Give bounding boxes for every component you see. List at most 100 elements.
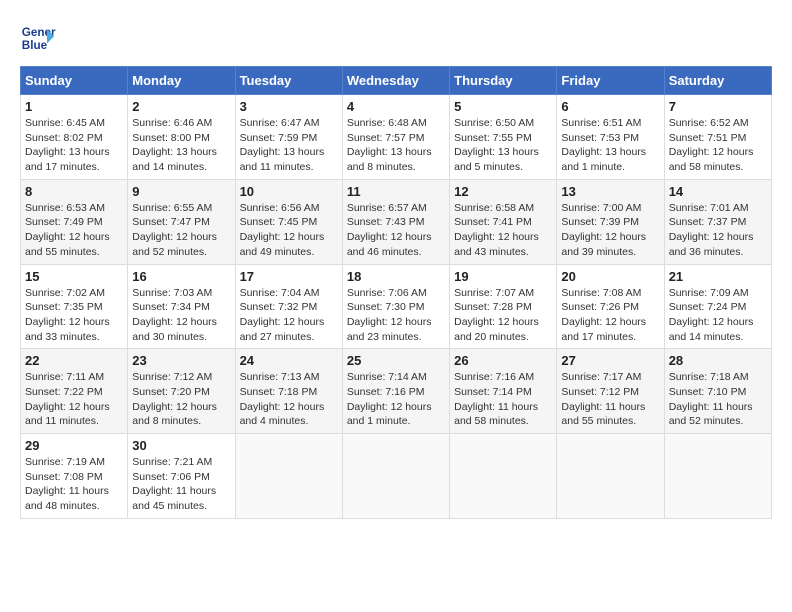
day-info: Sunrise: 7:07 AMSunset: 7:28 PMDaylight:… — [454, 286, 552, 345]
calendar-cell — [342, 434, 449, 519]
calendar-cell: 25 Sunrise: 7:14 AMSunset: 7:16 PMDaylig… — [342, 349, 449, 434]
column-header-sunday: Sunday — [21, 67, 128, 95]
calendar-week-row: 29 Sunrise: 7:19 AMSunset: 7:08 PMDaylig… — [21, 434, 772, 519]
day-info: Sunrise: 7:01 AMSunset: 7:37 PMDaylight:… — [669, 201, 767, 260]
day-info: Sunrise: 6:45 AMSunset: 8:02 PMDaylight:… — [25, 116, 123, 175]
day-number: 19 — [454, 269, 552, 284]
calendar-cell: 22 Sunrise: 7:11 AMSunset: 7:22 PMDaylig… — [21, 349, 128, 434]
svg-text:Blue: Blue — [22, 39, 48, 52]
calendar-cell: 4 Sunrise: 6:48 AMSunset: 7:57 PMDayligh… — [342, 95, 449, 180]
day-number: 29 — [25, 438, 123, 453]
logo-icon: General Blue — [20, 20, 56, 56]
column-header-thursday: Thursday — [450, 67, 557, 95]
calendar-cell: 1 Sunrise: 6:45 AMSunset: 8:02 PMDayligh… — [21, 95, 128, 180]
day-info: Sunrise: 7:16 AMSunset: 7:14 PMDaylight:… — [454, 370, 552, 429]
day-info: Sunrise: 7:12 AMSunset: 7:20 PMDaylight:… — [132, 370, 230, 429]
day-info: Sunrise: 6:51 AMSunset: 7:53 PMDaylight:… — [561, 116, 659, 175]
calendar-cell: 11 Sunrise: 6:57 AMSunset: 7:43 PMDaylig… — [342, 179, 449, 264]
calendar-cell: 3 Sunrise: 6:47 AMSunset: 7:59 PMDayligh… — [235, 95, 342, 180]
day-number: 12 — [454, 184, 552, 199]
day-number: 7 — [669, 99, 767, 114]
day-number: 8 — [25, 184, 123, 199]
day-number: 14 — [669, 184, 767, 199]
calendar-week-row: 15 Sunrise: 7:02 AMSunset: 7:35 PMDaylig… — [21, 264, 772, 349]
calendar-cell: 21 Sunrise: 7:09 AMSunset: 7:24 PMDaylig… — [664, 264, 771, 349]
day-info: Sunrise: 7:13 AMSunset: 7:18 PMDaylight:… — [240, 370, 338, 429]
calendar-cell: 24 Sunrise: 7:13 AMSunset: 7:18 PMDaylig… — [235, 349, 342, 434]
calendar-cell: 2 Sunrise: 6:46 AMSunset: 8:00 PMDayligh… — [128, 95, 235, 180]
day-number: 21 — [669, 269, 767, 284]
day-number: 18 — [347, 269, 445, 284]
day-number: 25 — [347, 353, 445, 368]
day-number: 28 — [669, 353, 767, 368]
calendar-header-row: SundayMondayTuesdayWednesdayThursdayFrid… — [21, 67, 772, 95]
day-number: 17 — [240, 269, 338, 284]
day-number: 5 — [454, 99, 552, 114]
logo: General Blue — [20, 20, 56, 56]
day-number: 27 — [561, 353, 659, 368]
day-number: 15 — [25, 269, 123, 284]
calendar-cell: 12 Sunrise: 6:58 AMSunset: 7:41 PMDaylig… — [450, 179, 557, 264]
day-number: 9 — [132, 184, 230, 199]
calendar-cell: 8 Sunrise: 6:53 AMSunset: 7:49 PMDayligh… — [21, 179, 128, 264]
day-info: Sunrise: 7:02 AMSunset: 7:35 PMDaylight:… — [25, 286, 123, 345]
day-number: 22 — [25, 353, 123, 368]
day-number: 3 — [240, 99, 338, 114]
day-number: 6 — [561, 99, 659, 114]
day-number: 20 — [561, 269, 659, 284]
calendar-cell: 10 Sunrise: 6:56 AMSunset: 7:45 PMDaylig… — [235, 179, 342, 264]
calendar-cell: 29 Sunrise: 7:19 AMSunset: 7:08 PMDaylig… — [21, 434, 128, 519]
day-info: Sunrise: 6:46 AMSunset: 8:00 PMDaylight:… — [132, 116, 230, 175]
day-info: Sunrise: 6:47 AMSunset: 7:59 PMDaylight:… — [240, 116, 338, 175]
calendar-cell: 17 Sunrise: 7:04 AMSunset: 7:32 PMDaylig… — [235, 264, 342, 349]
day-info: Sunrise: 7:11 AMSunset: 7:22 PMDaylight:… — [25, 370, 123, 429]
calendar-table: SundayMondayTuesdayWednesdayThursdayFrid… — [20, 66, 772, 519]
calendar-cell: 23 Sunrise: 7:12 AMSunset: 7:20 PMDaylig… — [128, 349, 235, 434]
calendar-body: 1 Sunrise: 6:45 AMSunset: 8:02 PMDayligh… — [21, 95, 772, 519]
calendar-cell — [450, 434, 557, 519]
day-number: 16 — [132, 269, 230, 284]
calendar-cell: 19 Sunrise: 7:07 AMSunset: 7:28 PMDaylig… — [450, 264, 557, 349]
day-number: 13 — [561, 184, 659, 199]
day-info: Sunrise: 6:56 AMSunset: 7:45 PMDaylight:… — [240, 201, 338, 260]
day-info: Sunrise: 6:50 AMSunset: 7:55 PMDaylight:… — [454, 116, 552, 175]
calendar-cell: 5 Sunrise: 6:50 AMSunset: 7:55 PMDayligh… — [450, 95, 557, 180]
column-header-tuesday: Tuesday — [235, 67, 342, 95]
column-header-monday: Monday — [128, 67, 235, 95]
day-number: 30 — [132, 438, 230, 453]
day-number: 1 — [25, 99, 123, 114]
day-number: 23 — [132, 353, 230, 368]
calendar-cell: 18 Sunrise: 7:06 AMSunset: 7:30 PMDaylig… — [342, 264, 449, 349]
column-header-friday: Friday — [557, 67, 664, 95]
calendar-cell: 14 Sunrise: 7:01 AMSunset: 7:37 PMDaylig… — [664, 179, 771, 264]
day-info: Sunrise: 6:48 AMSunset: 7:57 PMDaylight:… — [347, 116, 445, 175]
day-info: Sunrise: 6:57 AMSunset: 7:43 PMDaylight:… — [347, 201, 445, 260]
calendar-cell: 20 Sunrise: 7:08 AMSunset: 7:26 PMDaylig… — [557, 264, 664, 349]
calendar-week-row: 1 Sunrise: 6:45 AMSunset: 8:02 PMDayligh… — [21, 95, 772, 180]
calendar-cell — [557, 434, 664, 519]
page-header: General Blue — [20, 20, 772, 56]
calendar-cell: 30 Sunrise: 7:21 AMSunset: 7:06 PMDaylig… — [128, 434, 235, 519]
calendar-cell — [235, 434, 342, 519]
day-info: Sunrise: 7:19 AMSunset: 7:08 PMDaylight:… — [25, 455, 123, 514]
day-number: 4 — [347, 99, 445, 114]
day-info: Sunrise: 6:58 AMSunset: 7:41 PMDaylight:… — [454, 201, 552, 260]
calendar-cell — [664, 434, 771, 519]
day-info: Sunrise: 7:09 AMSunset: 7:24 PMDaylight:… — [669, 286, 767, 345]
calendar-cell: 28 Sunrise: 7:18 AMSunset: 7:10 PMDaylig… — [664, 349, 771, 434]
day-info: Sunrise: 7:03 AMSunset: 7:34 PMDaylight:… — [132, 286, 230, 345]
day-info: Sunrise: 7:21 AMSunset: 7:06 PMDaylight:… — [132, 455, 230, 514]
day-number: 11 — [347, 184, 445, 199]
calendar-cell: 26 Sunrise: 7:16 AMSunset: 7:14 PMDaylig… — [450, 349, 557, 434]
day-number: 10 — [240, 184, 338, 199]
day-info: Sunrise: 7:00 AMSunset: 7:39 PMDaylight:… — [561, 201, 659, 260]
calendar-cell: 15 Sunrise: 7:02 AMSunset: 7:35 PMDaylig… — [21, 264, 128, 349]
day-info: Sunrise: 7:14 AMSunset: 7:16 PMDaylight:… — [347, 370, 445, 429]
day-info: Sunrise: 6:55 AMSunset: 7:47 PMDaylight:… — [132, 201, 230, 260]
calendar-cell: 9 Sunrise: 6:55 AMSunset: 7:47 PMDayligh… — [128, 179, 235, 264]
day-number: 2 — [132, 99, 230, 114]
day-info: Sunrise: 7:18 AMSunset: 7:10 PMDaylight:… — [669, 370, 767, 429]
day-info: Sunrise: 7:04 AMSunset: 7:32 PMDaylight:… — [240, 286, 338, 345]
day-number: 24 — [240, 353, 338, 368]
day-info: Sunrise: 6:52 AMSunset: 7:51 PMDaylight:… — [669, 116, 767, 175]
